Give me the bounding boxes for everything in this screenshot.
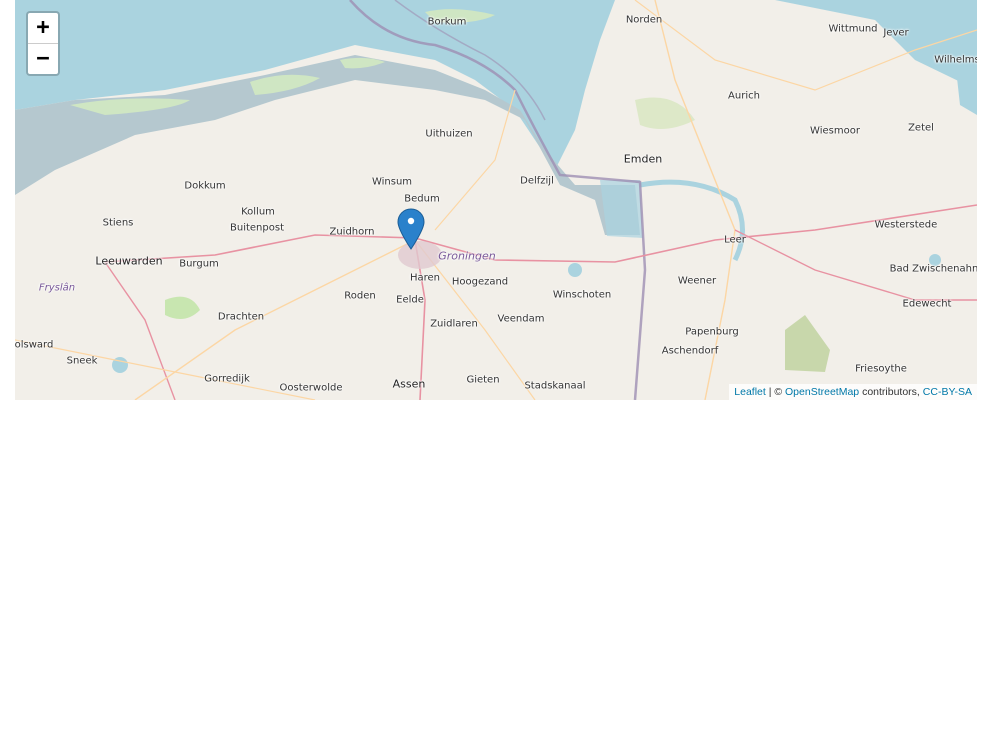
attribution-separator: | © [765, 386, 786, 398]
place-label: Roden [344, 290, 376, 302]
place-label: Oosterwolde [279, 382, 343, 394]
place-label: Aurich [728, 90, 760, 102]
place-label: Zuidlaren [430, 318, 478, 330]
place-label: Wiesmoor [810, 125, 860, 137]
place-label: Sneek [66, 355, 98, 367]
place-label: Winsum [371, 176, 413, 188]
place-label: Weener [677, 275, 717, 287]
osm-link[interactable]: OpenStreetMap [785, 386, 859, 398]
map-viewport[interactable]: Borkum Norden Wittmund Jever Wilhelms Au… [15, 0, 977, 400]
place-label: Kollum [241, 206, 275, 218]
place-label: Westerstede [874, 219, 938, 231]
place-label: Zuidhorn [329, 226, 375, 238]
place-label: Edewecht [902, 298, 952, 310]
place-label: Gieten [466, 374, 500, 386]
place-label: Borkum [427, 16, 467, 28]
place-label: Leeuwarden [95, 254, 163, 268]
place-label: Delfzijl [520, 175, 554, 187]
place-label: Bad Zwischenahn [889, 263, 977, 275]
place-label: Wilhelms [934, 54, 977, 66]
place-label: Uithuizen [425, 128, 473, 140]
place-label: Aschendorf [661, 345, 719, 357]
attribution: Leaflet | © OpenStreetMap contributors, … [729, 384, 977, 400]
place-label: Wittmund [828, 23, 878, 35]
place-label: Groningen [438, 249, 496, 263]
map-tiles [15, 0, 977, 400]
place-label: Stiens [102, 217, 134, 229]
place-label: Hoogezand [451, 276, 509, 288]
place-label: Jever [883, 27, 909, 39]
license-link[interactable]: CC-BY-SA [923, 386, 972, 398]
leaflet-link[interactable]: Leaflet [734, 386, 766, 398]
place-label: Winschoten [552, 289, 612, 301]
place-label: Veendam [497, 313, 545, 325]
place-label: Eelde [396, 294, 424, 306]
map-pin-icon[interactable] [397, 208, 425, 250]
place-label: Stadskanaal [524, 380, 586, 392]
place-label: Haren [409, 272, 441, 284]
place-label: Assen [392, 377, 426, 391]
place-label: Burgum [179, 258, 219, 270]
place-label: Norden [625, 14, 663, 26]
zoom-control: + − [26, 11, 60, 76]
place-label: Buitenpost [230, 222, 284, 234]
place-label: Drachten [217, 311, 265, 323]
zoom-out-button[interactable]: − [28, 43, 58, 74]
place-label: Zetel [908, 122, 934, 134]
place-label: Papenburg [685, 326, 739, 338]
place-label: Dokkum [184, 180, 226, 192]
place-label: Emden [623, 152, 663, 166]
place-label: Friesoythe [855, 363, 907, 375]
attribution-contributors: contributors, [859, 386, 923, 398]
zoom-in-button[interactable]: + [28, 13, 58, 43]
place-label: Fryslân [38, 282, 76, 294]
place-label: Leer [724, 234, 746, 246]
place-label: Gorredijk [204, 373, 250, 385]
place-label: olsward [15, 339, 54, 351]
place-label: Bedum [404, 193, 440, 205]
